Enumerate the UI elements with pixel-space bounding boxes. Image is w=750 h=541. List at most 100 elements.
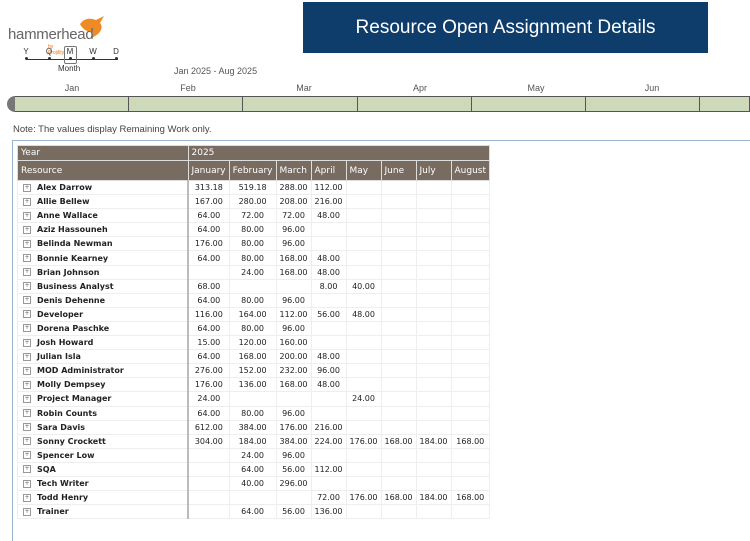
value-cell xyxy=(415,278,452,294)
value-cell xyxy=(380,461,417,477)
timeline-slicer[interactable] xyxy=(7,96,750,112)
value-cell: 612.00 xyxy=(187,419,230,435)
month-header[interactable]: March xyxy=(275,160,312,181)
value-cell: 80.00 xyxy=(228,320,277,337)
expand-icon[interactable]: + xyxy=(23,394,31,403)
scale-week[interactable]: W xyxy=(88,47,98,56)
expand-icon[interactable]: + xyxy=(23,437,31,446)
value-cell xyxy=(450,475,491,492)
value-cell xyxy=(187,504,230,520)
resource-name: Robin Counts xyxy=(37,408,97,418)
value-cell xyxy=(187,461,230,477)
month-header[interactable]: May xyxy=(345,160,382,181)
value-cell xyxy=(345,363,382,379)
value-cell xyxy=(450,264,491,280)
expand-icon[interactable]: + xyxy=(23,465,31,474)
value-cell: 288.00 xyxy=(275,179,312,196)
value-cell xyxy=(275,490,312,506)
value-cell: 72.00 xyxy=(275,208,312,224)
expand-icon[interactable]: + xyxy=(23,254,31,263)
resource-name: Dorena Paschke xyxy=(37,323,110,333)
value-cell: 164.00 xyxy=(228,306,277,322)
month-header[interactable]: June xyxy=(380,160,417,181)
month-header[interactable]: August xyxy=(450,160,491,181)
resource-cell: + Julian Isla xyxy=(17,349,189,365)
expand-icon[interactable]: + xyxy=(23,268,31,277)
expand-icon[interactable]: + xyxy=(23,211,31,220)
value-cell xyxy=(187,475,230,492)
expand-icon[interactable]: + xyxy=(23,493,31,502)
table-row: + Sara Davis 612.00 384.00 176.00 216.00 xyxy=(17,419,491,435)
year-header: Year xyxy=(17,145,189,161)
expand-icon[interactable]: + xyxy=(23,296,31,305)
resource-name: Julian Isla xyxy=(37,352,81,362)
value-cell: 232.00 xyxy=(275,363,312,379)
resource-cell: + Denis Dehenne xyxy=(17,292,189,308)
value-cell: 176.00 xyxy=(187,377,230,393)
value-cell: 40.00 xyxy=(228,475,277,492)
value-cell xyxy=(380,349,417,365)
value-cell xyxy=(450,306,491,322)
resource-name: Anne Wallace xyxy=(37,211,98,221)
expand-icon[interactable]: + xyxy=(23,366,31,375)
value-cell xyxy=(345,179,382,196)
resource-header[interactable]: Resource xyxy=(17,160,189,181)
expand-icon[interactable]: + xyxy=(23,225,31,234)
value-cell: 168.00 xyxy=(380,490,417,506)
expand-icon[interactable]: + xyxy=(23,352,31,361)
month-header[interactable]: January xyxy=(187,160,230,181)
value-cell xyxy=(415,377,452,393)
expand-icon[interactable]: + xyxy=(23,338,31,347)
resource-cell: + Robin Counts xyxy=(17,405,189,421)
expand-icon[interactable]: + xyxy=(23,239,31,248)
expand-icon[interactable]: + xyxy=(23,423,31,432)
value-cell: 24.00 xyxy=(187,391,230,407)
value-cell xyxy=(345,405,382,421)
resource-name: SQA xyxy=(37,464,56,474)
timeline-month: Jun xyxy=(644,83,660,93)
value-cell xyxy=(275,391,312,407)
expand-icon[interactable]: + xyxy=(23,507,31,516)
value-cell xyxy=(310,236,347,252)
resource-name: Brian Johnson xyxy=(37,267,100,277)
expand-icon[interactable]: + xyxy=(23,479,31,488)
resource-cell: + Anne Wallace xyxy=(17,208,189,224)
value-cell: 136.00 xyxy=(228,377,277,393)
scale-year[interactable]: Y xyxy=(21,47,31,56)
expand-icon[interactable]: + xyxy=(23,282,31,291)
value-cell xyxy=(450,292,491,308)
value-cell: 384.00 xyxy=(228,419,277,435)
value-cell: 64.00 xyxy=(228,504,277,520)
expand-icon[interactable]: + xyxy=(23,310,31,319)
expand-icon[interactable]: + xyxy=(23,380,31,389)
value-cell xyxy=(450,349,491,365)
table-row: + Todd Henry 72.00 176.00 168.00 184.00 168.00 xyxy=(17,490,491,506)
value-cell xyxy=(415,306,452,322)
expand-icon[interactable]: + xyxy=(23,451,31,460)
value-cell: 64.00 xyxy=(187,222,230,238)
month-header[interactable]: February xyxy=(228,160,277,181)
scale-quarter[interactable]: Q xyxy=(44,47,54,56)
value-cell: 296.00 xyxy=(275,475,312,492)
value-cell: 184.00 xyxy=(415,490,452,506)
month-header[interactable]: April xyxy=(310,160,347,181)
expand-icon[interactable]: + xyxy=(23,324,31,333)
value-cell: 96.00 xyxy=(275,447,312,463)
value-cell xyxy=(345,419,382,435)
expand-icon[interactable]: + xyxy=(23,197,31,206)
month-header[interactable]: July xyxy=(415,160,452,181)
value-cell: 72.00 xyxy=(228,208,277,224)
value-cell xyxy=(228,490,277,506)
resource-cell: + Josh Howard xyxy=(17,335,189,351)
value-cell xyxy=(415,475,452,492)
table-row: + Robin Counts 64.00 80.00 96.00 xyxy=(17,405,491,421)
value-cell: 208.00 xyxy=(275,194,312,210)
timeline-handle[interactable] xyxy=(7,96,15,112)
timeline-month: Mar xyxy=(296,83,312,93)
value-cell xyxy=(345,320,382,337)
scale-day[interactable]: D xyxy=(111,47,121,56)
expand-icon[interactable]: + xyxy=(23,409,31,418)
expand-icon[interactable]: + xyxy=(23,183,31,192)
scale-selected-handle[interactable] xyxy=(64,46,77,64)
timescale-slider[interactable]: Y Q M W D Month xyxy=(21,46,121,76)
